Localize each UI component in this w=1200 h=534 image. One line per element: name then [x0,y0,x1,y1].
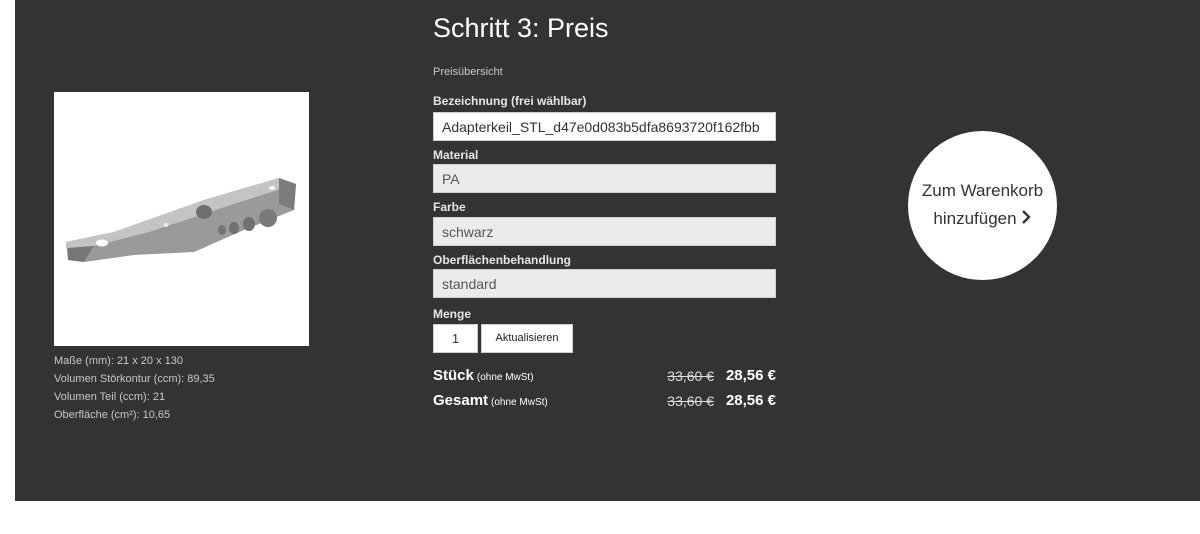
material-field: PA [433,164,776,193]
color-label: Farbe [433,200,466,214]
total-old-price: 33,60 € [667,393,714,409]
surface-field: standard [433,269,776,298]
unit-price-row: Stück (ohne MwSt) 33,60 € 28,56 € [433,367,776,389]
color-field: schwarz [433,217,776,246]
total-price-label: Gesamt (ohne MwSt) [433,392,548,409]
material-label: Material [433,148,479,162]
cart-button-line1: Zum Warenkorb [921,181,1044,200]
update-button[interactable]: Aktualisieren [481,324,573,353]
name-field[interactable]: Adapterkeil_STL_d47e0d083b5dfa8693720f16… [433,112,776,141]
total-new-price: 28,56 € [725,392,776,409]
total-price-note: (ohne MwSt) [491,397,548,408]
add-to-cart-button[interactable]: Zum Warenkorb hinzufügen [908,131,1057,280]
part-preview-image [54,92,309,346]
unit-price-note: (ohne MwSt) [476,372,534,383]
unit-new-price: 28,56 € [725,367,776,384]
cart-button-line2: hinzufügen [908,205,1057,233]
spec-dimensions: Maße (mm): 21 x 20 x 130 [54,355,183,367]
surface-label: Oberflächenbehandlung [433,253,572,267]
quantity-label: Menge [433,307,472,321]
part-3d-render [66,178,296,262]
section-label: Preisübersicht [433,66,503,78]
total-price-row: Gesamt (ohne MwSt) 33,60 € 28,56 € [433,392,776,414]
chevron-right-icon [1021,205,1032,233]
unit-label-text: Stück [433,367,474,384]
cart-button-line2-text: hinzufügen [933,209,1017,228]
name-label: Bezeichnung (frei wählbar) [433,94,587,108]
unit-old-price: 33,60 € [667,368,714,384]
quantity-input[interactable]: 1 [433,324,478,353]
spec-surface-area: Oberfläche (cm²): 10,65 [54,409,171,421]
unit-price-label: Stück (ohne MwSt) [433,367,534,384]
page-title: Schritt 3: Preis [433,13,609,43]
total-label-text: Gesamt [433,392,489,409]
spec-part-volume: Volumen Teil (ccm): 21 [54,391,166,403]
spec-collision-volume: Volumen Störkontur (ccm): 89,35 [54,373,215,385]
part-specs: Maße (mm): 21 x 20 x 130 Volumen Störkon… [54,352,215,424]
